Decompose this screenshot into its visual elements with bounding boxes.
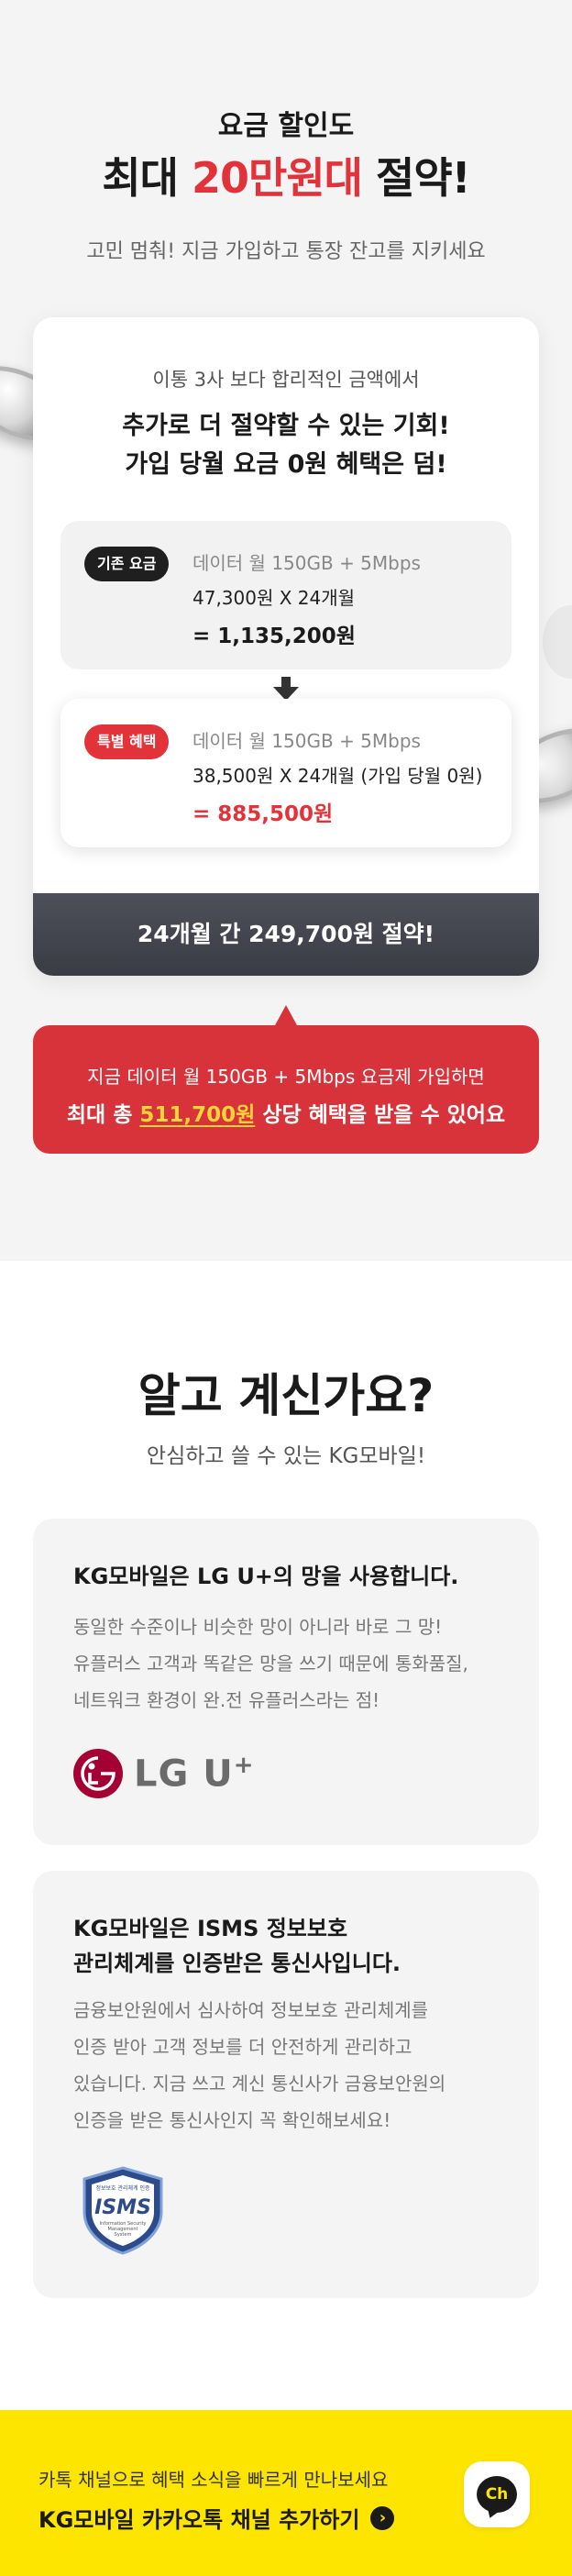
lg-logo-icon	[73, 1749, 123, 1798]
about-subtitle: 안심하고 쓸 수 있는 KG모바일!	[146, 1444, 426, 1468]
isms-title-2: 관리체계를 인증받은 통신사입니다.	[73, 1951, 402, 1976]
hero-title-highlight: 20만원대	[192, 153, 363, 203]
card-headline-2: 가입 당월 요금 0원 혜택은 덤!	[125, 450, 447, 479]
isms-badge-sub3: System	[115, 2232, 132, 2238]
isms-card-text-4: 인증을 받은 통신사인지 꼭 확인해보세요!	[73, 2109, 391, 2131]
card-intro: 이통 3사 보다 합리적인 금액에서	[152, 369, 420, 391]
benefit-callout: 지금 데이터 월 150GB + 5Mbps 요금제 가입하면 최대 총 511…	[33, 1005, 539, 1154]
coin-decoration	[543, 605, 572, 679]
price-compare-card: 이통 3사 보다 합리적인 금액에서 추가로 더 절약할 수 있는 기회! 가입…	[33, 317, 539, 976]
hero-subtitle: 요금 할인도	[217, 110, 355, 142]
kakao-line-1: 카톡 채널으로 혜택 소식을 빠르게 만나보세요	[38, 2469, 389, 2491]
benefit-amount: 511,700원	[139, 1103, 256, 1127]
hero-title-post: 절약!	[362, 153, 471, 203]
savings-section: 요금 할인도 최대 20만원대 절약! 고민 멈춰! 지금 가입하고 통장 잔고…	[0, 0, 572, 1261]
normal-price-badge: 기존 요금	[84, 547, 170, 581]
hero-title-pre: 최대	[102, 153, 192, 203]
isms-card-title: KG모바일은 ISMS 정보보호 관리체계를 인증받은 통신사입니다.	[73, 1911, 401, 1981]
benefit-line-1: 지금 데이터 월 150GB + 5Mbps 요금제 가입하면	[87, 1066, 485, 1088]
lg-logo-word: LG U	[134, 1752, 234, 1796]
special-price-badge: 특별 혜택	[84, 724, 170, 759]
kakao-chat-icon: Ch	[477, 2476, 517, 2513]
normal-price-box: 기존 요금 데이터 월 150GB + 5Mbps 47,300원 X 24개월…	[60, 521, 512, 669]
lg-logo-plus: +	[233, 1752, 255, 1780]
special-price-box: 특별 혜택 데이터 월 150GB + 5Mbps 38,500원 X 24개월…	[60, 699, 512, 847]
isms-title-1: KG모바일은 ISMS 정보보호	[73, 1916, 348, 1941]
kakao-add-label: KG모바일 카카오톡 채널 추가하기	[38, 2507, 360, 2533]
lg-card-text-3: 네트워크 환경이 완.전 유플러스라는 점!	[73, 1689, 380, 1711]
benefit-line-2-post: 상당 혜택을 받을 수 있어요	[255, 1103, 506, 1127]
lg-card-text-1: 동일한 수준이나 비슷한 망이 아니라 바로 그 망!	[73, 1616, 443, 1638]
lg-card-text-2: 유플러스 고객과 똑같은 망을 쓰기 때문에 통화품질,	[73, 1653, 468, 1675]
isms-badge-top: 정보보호 관리체계 인증	[95, 2184, 149, 2192]
special-plan: 데이터 월 150GB + 5Mbps	[192, 730, 421, 752]
isms-badge-icon: 정보보호 관리체계 인증 ISMS Information Security M…	[82, 2166, 163, 2255]
lg-logo-text: LG U+	[134, 1752, 255, 1795]
isms-card: KG모바일은 ISMS 정보보호 관리체계를 인증받은 통신사입니다. 금융보안…	[33, 1871, 539, 2298]
hero-title: 최대 20만원대 절약!	[0, 145, 572, 205]
kakao-channel-banner[interactable]: 카톡 채널으로 혜택 소식을 빠르게 만나보세요 KG모바일 카카오톡 채널 추…	[0, 2410, 572, 2576]
isms-badge-main: ISMS	[94, 2196, 151, 2219]
lg-uplus-logo: LG U+	[73, 1746, 255, 1801]
isms-card-text-1: 금융보안원에서 심사하여 정보보호 관리체계를	[73, 1999, 429, 2021]
normal-plan: 데이터 월 150GB + 5Mbps	[192, 552, 421, 574]
benefit-line-2: 최대 총 511,700원 상당 혜택을 받을 수 있어요	[33, 1097, 539, 1128]
lg-card-title: KG모바일은 LG U+의 망을 사용합니다.	[73, 1564, 459, 1589]
special-calc: 38,500원 X 24개월 (가입 당월 0원)	[192, 765, 483, 787]
kakao-channel-button[interactable]: Ch	[464, 2461, 530, 2527]
special-total: = 885,500원	[192, 802, 334, 826]
arrow-down-icon	[273, 677, 299, 701]
kakao-add-link[interactable]: KG모바일 카카오톡 채널 추가하기 ›	[38, 2502, 395, 2534]
normal-total: = 1,135,200원	[192, 625, 356, 648]
benefit-line-2-pre: 최대 총	[66, 1103, 140, 1127]
normal-calc: 47,300원 X 24개월	[192, 587, 356, 609]
card-headline-1: 추가로 더 절약할 수 있는 기회!	[122, 412, 450, 440]
isms-card-text-2: 인증 받아 고객 정보를 더 안전하게 관리하고	[73, 2036, 412, 2058]
savings-summary: 24개월 간 249,700원 절약!	[33, 893, 539, 976]
about-title: 알고 계신가요?	[138, 1369, 434, 1422]
isms-card-text-3: 있습니다. 지금 쓰고 계신 통신사가 금융보안원의	[73, 2073, 446, 2095]
hero-description: 고민 멈춰! 지금 가입하고 통장 잔고를 지키세요	[86, 240, 486, 263]
chevron-right-icon: ›	[370, 2505, 395, 2530]
card-headline: 추가로 더 절약할 수 있는 기회! 가입 당월 요금 0원 혜택은 덤!	[33, 407, 539, 484]
lg-network-card: KG모바일은 LG U+의 망을 사용합니다. 동일한 수준이나 비슷한 망이 …	[33, 1519, 539, 1845]
